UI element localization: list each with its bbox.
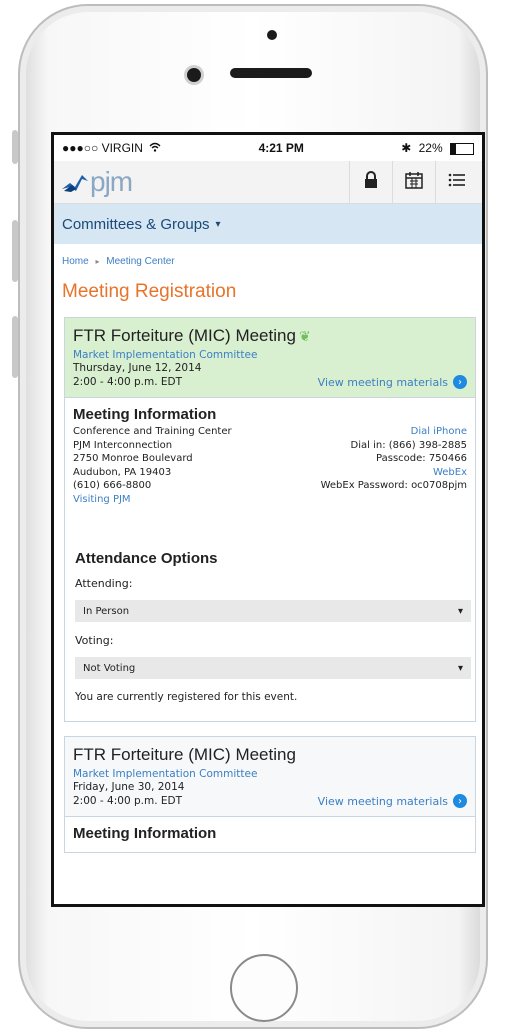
wifi-icon	[149, 141, 161, 155]
pjm-logo[interactable]: pjm	[62, 166, 133, 198]
webex-link[interactable]: WebEx	[321, 466, 467, 480]
address-line: PJM Interconnection	[73, 439, 173, 451]
logo-text: pjm	[90, 166, 133, 197]
lock-button[interactable]	[349, 161, 392, 203]
lock-icon	[364, 170, 378, 194]
chevron-right-circle-icon: ›	[453, 375, 467, 389]
committee-link[interactable]: Market Implementation Committee	[73, 768, 467, 780]
phone-number: (610) 666-8800	[73, 480, 152, 491]
header-icons	[349, 161, 478, 203]
attending-label: Attending:	[75, 577, 133, 590]
meeting-title: FTR Forteiture (MIC) Meeting ❦	[73, 326, 311, 345]
green-leaf-icon: ❦	[298, 328, 311, 344]
meeting-card: FTR Forteiture (MIC) Meeting Market Impl…	[64, 736, 476, 853]
breadcrumb: Home ▸ Meeting Center	[54, 244, 482, 267]
earpiece-speaker	[230, 68, 312, 78]
mute-switch	[12, 130, 18, 164]
meeting-card-header: FTR Forteiture (MIC) Meeting Market Impl…	[65, 737, 475, 817]
app-header: pjm	[54, 161, 482, 204]
home-button[interactable]	[230, 954, 298, 1022]
meeting-info: Meeting Information Conference and Train…	[65, 398, 475, 516]
attendance-options: Attendance Options Attending: In Person …	[65, 550, 475, 703]
volume-up-button	[12, 220, 18, 282]
page-title: Meeting Registration	[62, 281, 237, 302]
meeting-date: Friday, June 30, 2014	[73, 781, 185, 793]
dropdown-arrow-icon: ▾	[457, 605, 463, 617]
meeting-title: FTR Forteiture (MIC) Meeting	[73, 745, 296, 764]
chevron-right-circle-icon: ›	[453, 794, 467, 808]
attending-select[interactable]: In Person ▾	[75, 600, 471, 622]
front-camera	[187, 68, 201, 82]
meeting-info-heading: Meeting Information	[73, 825, 217, 842]
committee-link[interactable]: Market Implementation Committee	[73, 349, 467, 361]
attendance-heading: Attendance Options	[75, 550, 218, 567]
address-line: 2750 Monroe Boulevard	[73, 453, 193, 464]
meeting-card: FTR Forteiture (MIC) Meeting ❦ Market Imp…	[64, 317, 476, 722]
view-materials-link[interactable]: View meeting materials ›	[318, 794, 467, 808]
pjm-logo-mark-icon	[62, 173, 88, 192]
clock: 4:21 PM	[258, 141, 304, 155]
proximity-sensor	[267, 30, 277, 40]
bluetooth-icon: ✱	[401, 141, 412, 155]
address-line: Conference and Training Center	[73, 426, 232, 437]
calendar-icon	[405, 171, 423, 194]
voting-label: Voting:	[75, 634, 114, 647]
meeting-info-heading: Meeting Information	[73, 406, 217, 423]
status-bar: ●●●○○ VIRGIN 4:21 PM ✱ 22%	[54, 135, 482, 161]
dial-in-info: Dial iPhone Dial in: (866) 398-2885 Pass…	[321, 425, 467, 506]
dropdown-arrow-icon: ▾	[457, 662, 463, 674]
breadcrumb-meeting-center-link[interactable]: Meeting Center	[106, 256, 174, 267]
carrier-signal: ●●●○○ VIRGIN	[62, 141, 161, 155]
meeting-card-header: FTR Forteiture (MIC) Meeting ❦ Market Imp…	[65, 318, 475, 398]
address-line: Audubon, PA 19403	[73, 466, 172, 478]
nav-label: Committees & Groups	[62, 215, 210, 233]
webex-password: WebEx Password: oc0708pjm	[320, 480, 467, 491]
dial-in-number: Dial in: (866) 398-2885	[350, 439, 467, 451]
breadcrumb-home-link[interactable]: Home	[62, 256, 89, 267]
battery-status: ✱ 22%	[401, 141, 474, 155]
phone-screen: ●●●○○ VIRGIN 4:21 PM ✱ 22% pjm Committee…	[51, 132, 485, 907]
meeting-date: Thursday, June 12, 2014	[73, 362, 202, 374]
committees-groups-dropdown[interactable]: Committees & Groups ▾	[54, 204, 482, 244]
calendar-button[interactable]	[392, 161, 435, 203]
menu-button[interactable]	[435, 161, 478, 203]
meeting-time: 2:00 - 4:00 p.m. EDT	[73, 376, 182, 388]
meeting-time: 2:00 - 4:00 p.m. EDT	[73, 795, 182, 807]
volume-down-button	[12, 316, 18, 378]
voting-select[interactable]: Not Voting ▾	[75, 657, 471, 679]
registration-notice: You are currently registered for this ev…	[75, 691, 298, 703]
visiting-pjm-link[interactable]: Visiting PJM	[73, 493, 232, 507]
chevron-down-icon: ▾	[215, 218, 221, 230]
breadcrumb-separator-icon: ▸	[95, 257, 100, 266]
meeting-info: Meeting Information	[65, 817, 475, 852]
dial-iphone-link[interactable]: Dial iPhone	[321, 425, 467, 439]
view-materials-link[interactable]: View meeting materials ›	[318, 375, 467, 389]
passcode: Passcode: 750466	[376, 453, 467, 464]
meeting-address: Conference and Training Center PJM Inter…	[73, 425, 232, 506]
menu-icon	[448, 172, 466, 193]
battery-icon	[450, 142, 474, 155]
